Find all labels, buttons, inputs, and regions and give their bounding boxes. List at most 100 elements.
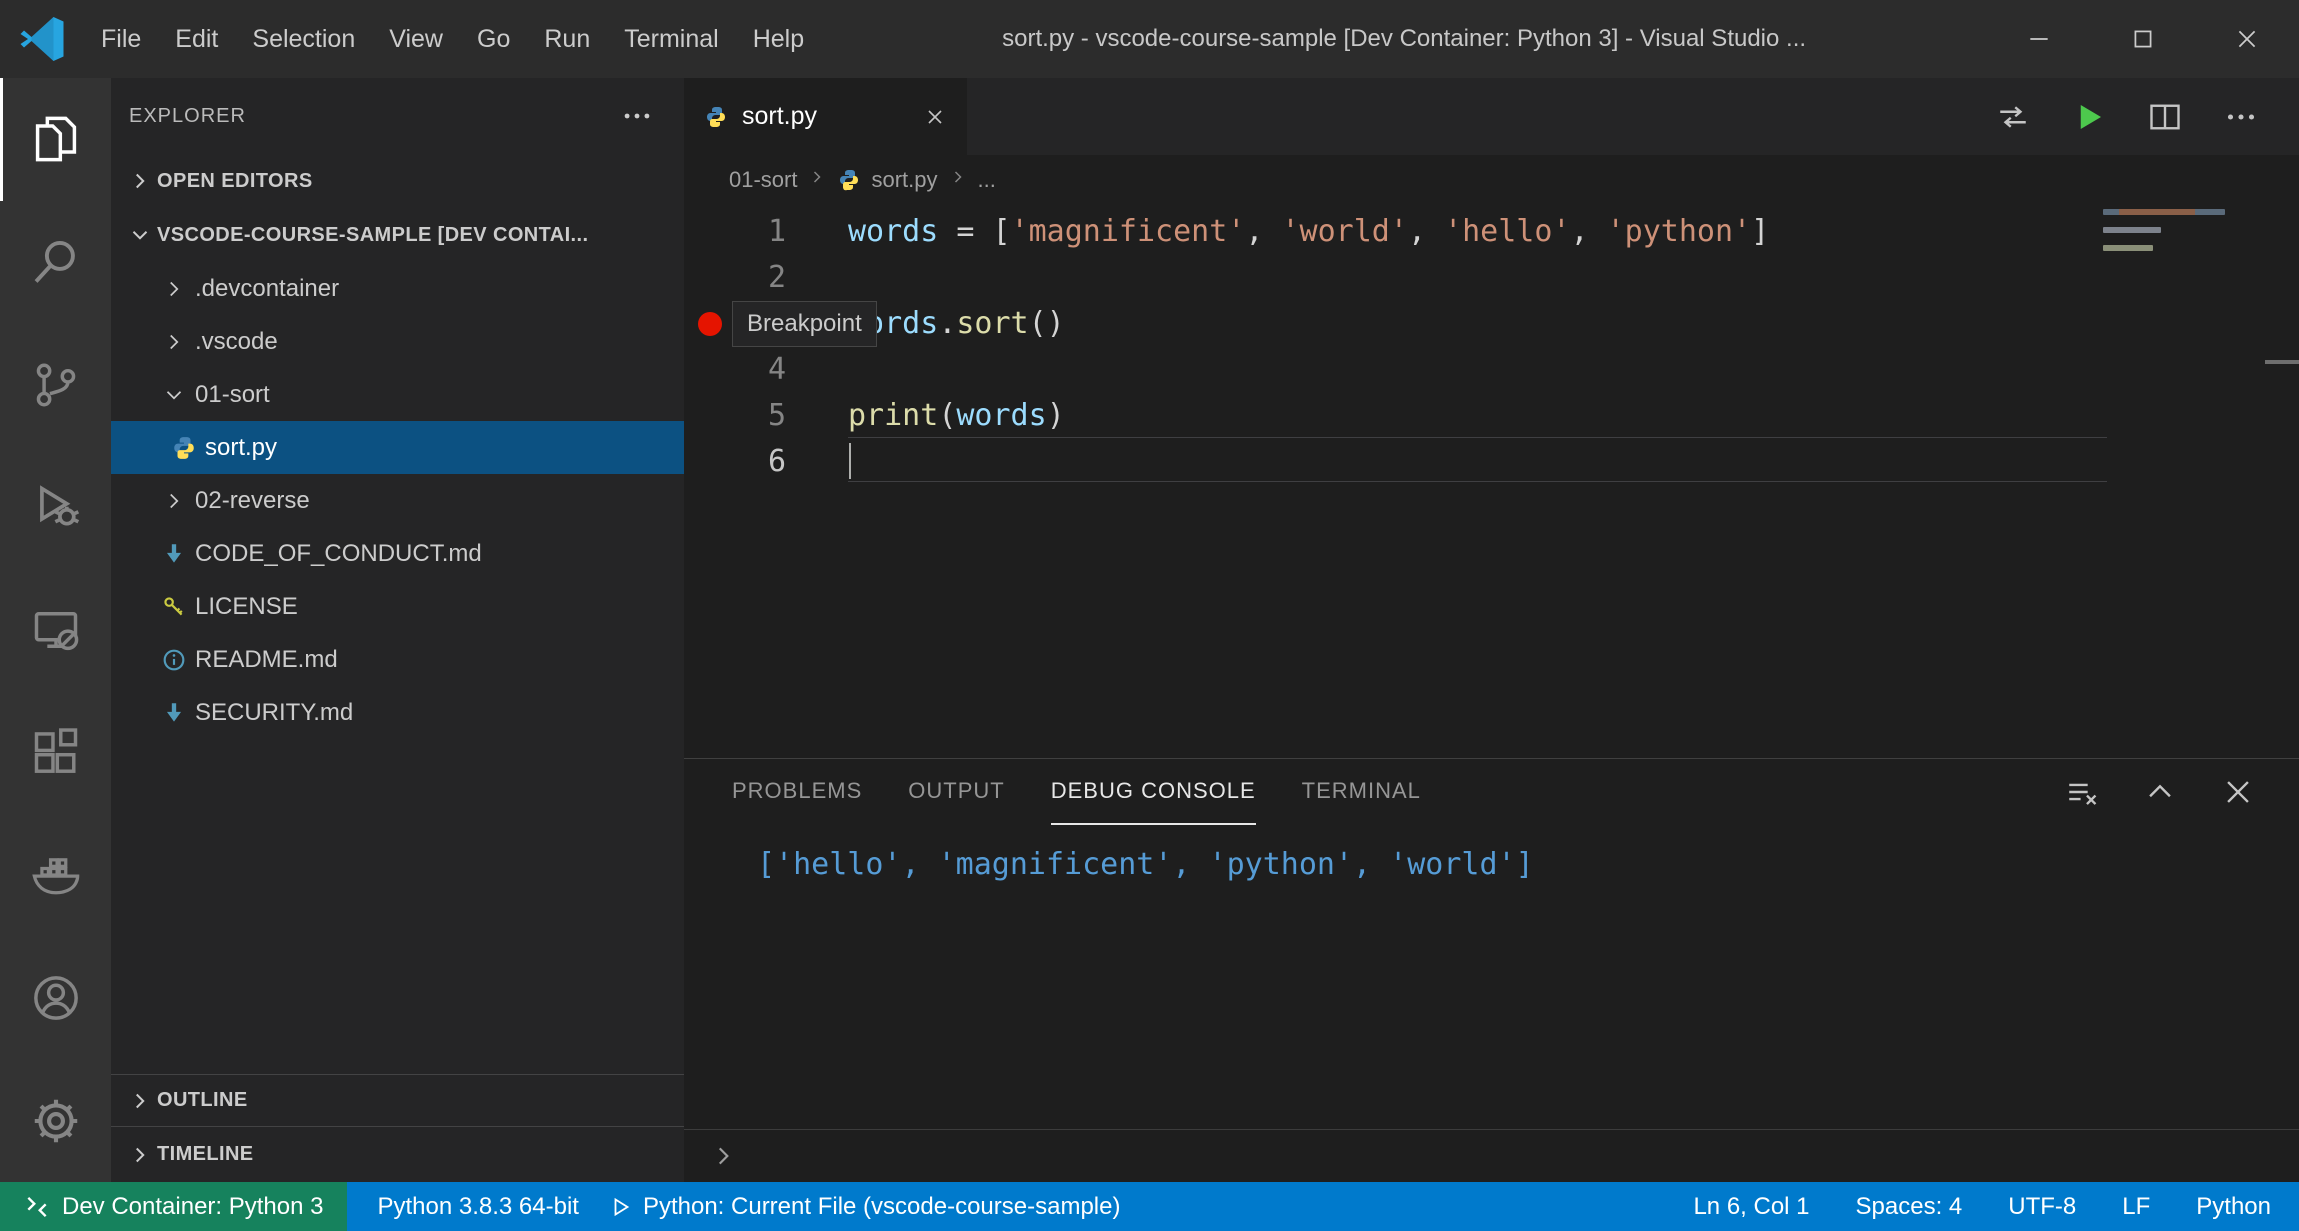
close-icon	[2234, 26, 2260, 52]
tree-item-code-of-conduct[interactable]: CODE_OF_CONDUCT.md	[111, 527, 684, 580]
activity-explorer[interactable]	[0, 78, 111, 201]
menu-help[interactable]: Help	[736, 0, 821, 78]
breakpoint-icon[interactable]	[698, 312, 722, 336]
activity-search[interactable]	[0, 201, 111, 324]
line-number[interactable]: 4	[684, 347, 786, 393]
tree-item-readme[interactable]: README.md	[111, 633, 684, 686]
activity-source-control[interactable]	[0, 323, 111, 446]
tab-terminal[interactable]: TERMINAL	[1302, 759, 1421, 825]
menu-edit[interactable]: Edit	[158, 0, 235, 78]
workspace-label: VSCODE-COURSE-SAMPLE [DEV CONTAI...	[157, 224, 588, 247]
tree-item-label: 02-reverse	[195, 487, 310, 515]
code-editor[interactable]: 1words = ['magnificent', 'world', 'hello…	[684, 205, 2299, 758]
menu-terminal[interactable]: Terminal	[607, 0, 735, 78]
menu-view[interactable]: View	[372, 0, 460, 78]
tree-item-vscode[interactable]: .vscode	[111, 315, 684, 368]
explorer-sidebar: EXPLORER OPEN EDITORS VSCODE-COURSE-SAMP…	[111, 78, 684, 1182]
menu-go[interactable]: Go	[460, 0, 527, 78]
run-configuration-indicator[interactable]: Python: Current File (vscode-course-samp…	[609, 1193, 1121, 1221]
tree-item-license[interactable]: LICENSE	[111, 580, 684, 633]
minimap[interactable]	[2103, 209, 2243, 263]
activity-docker[interactable]	[0, 814, 111, 937]
breadcrumb-folder[interactable]: 01-sort	[729, 167, 797, 193]
outline-label: OUTLINE	[157, 1089, 248, 1112]
language-indicator[interactable]: Python	[2196, 1193, 2271, 1221]
code-line[interactable]: 6	[684, 439, 2299, 485]
maximize-button[interactable]	[2091, 0, 2195, 78]
tree-item-01-sort[interactable]: 01-sort	[111, 368, 684, 421]
code-text	[786, 347, 848, 393]
breadcrumb-file[interactable]: sort.py	[871, 167, 937, 193]
activity-settings[interactable]	[0, 1059, 111, 1182]
outline-section[interactable]: OUTLINE	[111, 1074, 684, 1126]
line-number[interactable]: 6	[684, 439, 786, 485]
chevron-right-icon	[807, 167, 827, 193]
python-interpreter-indicator[interactable]: Python 3.8.3 64-bit	[377, 1193, 578, 1221]
breadcrumb-symbol[interactable]: ...	[978, 167, 996, 193]
text-cursor	[849, 443, 851, 479]
tree-item-security[interactable]: SECURITY.md	[111, 686, 684, 739]
timeline-section[interactable]: TIMELINE	[111, 1126, 684, 1182]
code-line[interactable]: 5print(words)	[684, 393, 2299, 439]
code-line[interactable]: 2	[684, 255, 2299, 301]
search-icon	[30, 236, 82, 288]
eol-indicator[interactable]: LF	[2122, 1193, 2150, 1221]
tab-debug-console[interactable]: DEBUG CONSOLE	[1051, 759, 1256, 825]
remote-indicator[interactable]: Dev Container: Python 3	[0, 1182, 347, 1231]
scrollbar[interactable]	[2265, 360, 2299, 364]
tab-close-button[interactable]	[923, 105, 947, 129]
info-icon	[161, 647, 187, 673]
activity-accounts[interactable]	[0, 937, 111, 1060]
debug-console-input[interactable]	[684, 1129, 2299, 1182]
chevron-right-icon	[127, 168, 153, 194]
sidebar-more-actions-button[interactable]	[620, 99, 654, 133]
tree-item-02-reverse[interactable]: 02-reverse	[111, 474, 684, 527]
status-bar: Dev Container: Python 3 Python 3.8.3 64-…	[0, 1182, 2299, 1231]
tree-item-sort-py[interactable]: sort.py	[111, 421, 684, 474]
close-icon	[923, 105, 947, 129]
clear-console-icon[interactable]	[2065, 775, 2099, 809]
bottom-panel: PROBLEMS OUTPUT DEBUG CONSOLE TERMINAL […	[684, 758, 2299, 1182]
tab-output[interactable]: OUTPUT	[908, 759, 1004, 825]
line-col-indicator[interactable]: Ln 6, Col 1	[1693, 1193, 1809, 1221]
line-number[interactable]: 5	[684, 393, 786, 439]
menu-selection[interactable]: Selection	[235, 0, 372, 78]
extensions-icon	[30, 727, 82, 779]
title-bar: File Edit Selection View Go Run Terminal…	[0, 0, 2299, 78]
activity-run-debug[interactable]	[0, 446, 111, 569]
chevron-down-icon	[161, 382, 187, 408]
more-actions-icon[interactable]	[2223, 99, 2259, 135]
tree-item-label: CODE_OF_CONDUCT.md	[195, 540, 482, 568]
menu-file[interactable]: File	[84, 0, 158, 78]
code-line[interactable]: 1words = ['magnificent', 'world', 'hello…	[684, 209, 2299, 255]
close-window-button[interactable]	[2195, 0, 2299, 78]
line-number[interactable]: 1	[684, 209, 786, 255]
activity-bar	[0, 78, 111, 1182]
split-editor-icon[interactable]	[2147, 99, 2183, 135]
workspace-section[interactable]: VSCODE-COURSE-SAMPLE [DEV CONTAI...	[111, 208, 684, 262]
breakpoint-tooltip: Breakpoint	[732, 301, 877, 347]
code-line[interactable]: 3words.sort()	[684, 301, 2299, 347]
activity-remote-explorer[interactable]	[0, 569, 111, 692]
panel-actions	[2065, 759, 2299, 825]
code-text: words = ['magnificent', 'world', 'hello'…	[786, 209, 1769, 255]
chevron-right-icon	[161, 488, 187, 514]
open-changes-icon[interactable]	[1995, 99, 2031, 135]
close-panel-icon[interactable]	[2221, 775, 2255, 809]
chevron-right-icon	[710, 1143, 736, 1169]
chevron-up-icon[interactable]	[2143, 775, 2177, 809]
activity-extensions[interactable]	[0, 691, 111, 814]
tab-sort-py[interactable]: sort.py	[684, 78, 967, 155]
menu-run[interactable]: Run	[527, 0, 607, 78]
open-editors-section[interactable]: OPEN EDITORS	[111, 154, 684, 208]
tree-item-devcontainer[interactable]: .devcontainer	[111, 262, 684, 315]
line-number[interactable]: 2	[684, 255, 786, 301]
run-file-button[interactable]	[2071, 99, 2107, 135]
tree-item-label: README.md	[195, 646, 338, 674]
encoding-indicator[interactable]: UTF-8	[2008, 1193, 2076, 1221]
indent-indicator[interactable]: Spaces: 4	[1856, 1193, 1963, 1221]
tree-item-label: sort.py	[205, 434, 277, 462]
minimize-button[interactable]	[1987, 0, 2091, 78]
tab-problems[interactable]: PROBLEMS	[732, 759, 862, 825]
code-line[interactable]: 4	[684, 347, 2299, 393]
